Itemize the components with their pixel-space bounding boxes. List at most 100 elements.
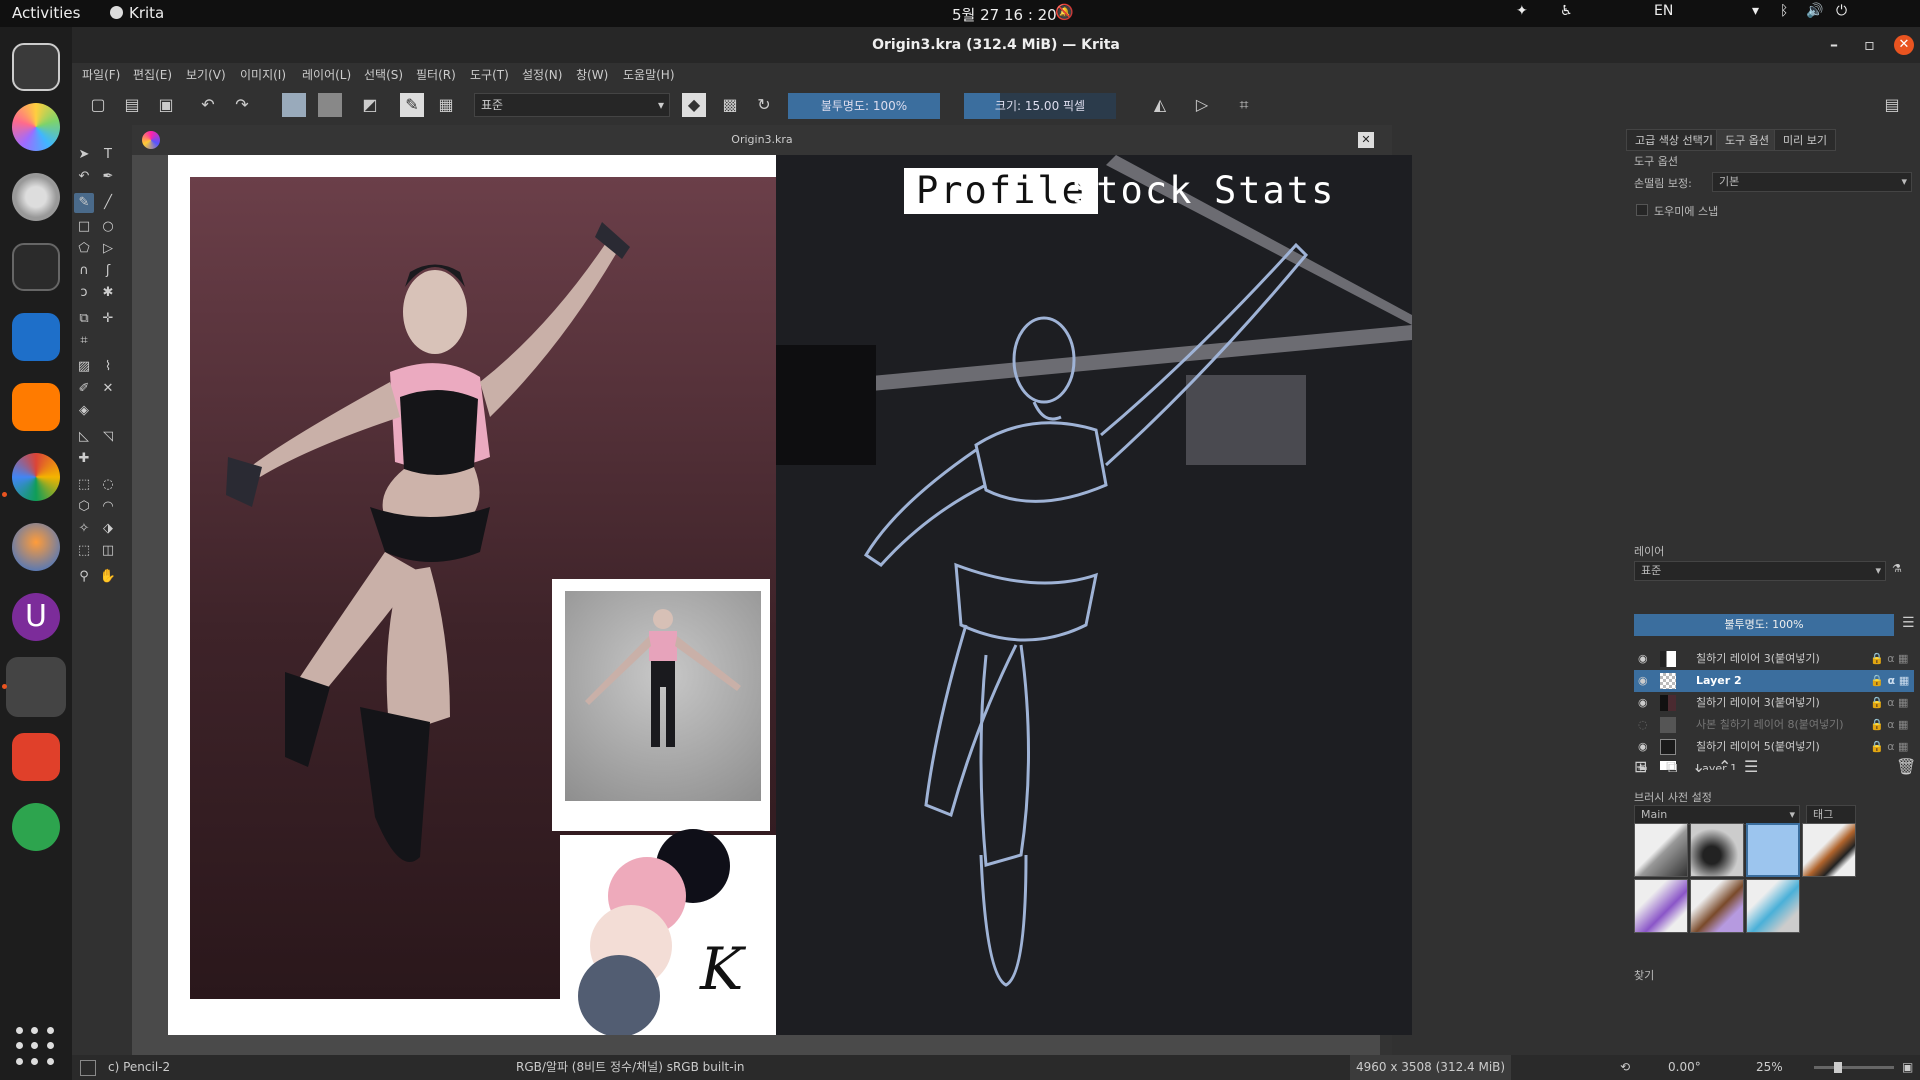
fg-bg-color-icon[interactable]: ◩ <box>358 93 382 117</box>
bezier-tool-icon[interactable]: ∩ <box>74 261 94 281</box>
brush-preset-eraser[interactable] <box>1634 823 1688 877</box>
delete-layer-icon[interactable]: 🗑 <box>1896 757 1916 776</box>
menu-help[interactable]: 도움말(H) <box>623 66 675 83</box>
language-indicator[interactable]: EN <box>1654 3 1673 19</box>
activities-button[interactable]: Activities <box>12 4 80 22</box>
layer-lock-icon[interactable]: 🔒 α ▦ <box>1870 714 1908 736</box>
zoom-slider-handle[interactable] <box>1834 1062 1842 1073</box>
freehand-path-icon[interactable]: ʃ <box>98 261 118 281</box>
menu-select[interactable]: 선택(S) <box>364 66 403 83</box>
brush-preset-blender[interactable] <box>1746 879 1800 933</box>
zoom-slider[interactable] <box>1814 1066 1894 1069</box>
move-layer-up-icon[interactable]: ⌃ <box>1718 757 1731 776</box>
snap-checkbox[interactable] <box>1636 204 1648 216</box>
wrap-around-icon[interactable]: ⌗ <box>1232 93 1256 117</box>
ellipse-select-icon[interactable]: ◌ <box>98 475 118 495</box>
tab-overview[interactable]: 미리 보기 <box>1774 129 1836 151</box>
duplicate-layer-icon[interactable]: ⧉ <box>1666 757 1677 777</box>
brush-presets-icon[interactable]: ▦ <box>434 93 458 117</box>
layer-row[interactable]: ◉ Layer 2 🔒 α ▦ <box>1634 670 1914 692</box>
color-app-icon[interactable]: ✦ <box>1516 3 1528 19</box>
volume-icon[interactable]: 🔊 <box>1806 3 1823 19</box>
transform-tool-icon[interactable]: ⧉ <box>74 309 94 329</box>
mirror-horizontal-icon[interactable]: ◭ <box>1148 93 1172 117</box>
layer-row[interactable]: ◉ 칠하기 레이어 3(붙여넣기) 🔒 α ▦ <box>1634 648 1914 670</box>
document-tab[interactable]: Origin3.kra ✕ <box>132 125 1392 155</box>
zoom-value[interactable]: 25% <box>1756 1055 1783 1080</box>
wifi-icon[interactable]: ▾ <box>1752 3 1759 19</box>
eye-icon[interactable]: ◉ <box>1638 692 1648 714</box>
settings-gear-icon[interactable] <box>12 173 60 221</box>
text-tool-icon[interactable]: T <box>98 145 118 165</box>
maximize-button[interactable]: ▫ <box>1864 35 1875 55</box>
color-picker-app-icon[interactable] <box>12 103 60 151</box>
brush-preset-airbrush[interactable] <box>1690 823 1744 877</box>
firefox-icon[interactable] <box>12 523 60 571</box>
layer-lock-icon[interactable]: 🔒 α ▦ <box>1870 648 1908 670</box>
fill-gradient-icon[interactable] <box>282 93 306 117</box>
layer-blend-select[interactable]: 표준 ▾ <box>1634 561 1886 581</box>
alpha-lock-icon[interactable]: ▩ <box>718 93 742 117</box>
select-shapes-icon[interactable]: ➤ <box>74 145 94 165</box>
update-icon[interactable] <box>12 803 60 851</box>
tab-advanced-color[interactable]: 고급 색상 선택기 <box>1626 129 1722 151</box>
layer-lock-icon[interactable]: 🔒 α ▦ <box>1870 692 1908 714</box>
close-button[interactable]: ✕ <box>1894 35 1914 55</box>
freehand-select-icon[interactable]: ◠ <box>98 497 118 517</box>
eye-icon[interactable]: ◉ <box>1638 670 1648 692</box>
color-space[interactable]: RGB/알파 (8비트 정수/채널) sRGB built-in <box>516 1055 745 1080</box>
app-menu[interactable]: Krita <box>110 4 164 22</box>
rectangle-tool-icon[interactable]: □ <box>74 217 94 237</box>
move-tool-icon[interactable]: ✛ <box>98 309 118 329</box>
layer-opacity-slider[interactable]: 불투명도: 100% <box>1634 614 1894 636</box>
pan-tool-icon[interactable]: ✋ <box>98 567 118 587</box>
freehand-brush-icon[interactable]: ✎ <box>74 193 94 213</box>
brush-preset-pencil[interactable] <box>1746 823 1800 877</box>
smoothing-select[interactable]: 기본 ▾ <box>1712 172 1912 192</box>
search-label[interactable]: 찾기 <box>1634 967 1654 983</box>
layer-row[interactable]: ◉ 칠하기 레이어 3(붙여넣기) 🔒 α ▦ <box>1634 692 1914 714</box>
undo-icon[interactable]: ↶ <box>196 93 220 117</box>
similar-select-icon[interactable]: ⬗ <box>98 519 118 539</box>
reload-preset-icon[interactable]: ↻ <box>752 93 776 117</box>
current-brush[interactable]: c) Pencil-2 <box>108 1055 170 1080</box>
brush-preset-bristle[interactable] <box>1690 879 1744 933</box>
bluetooth-icon[interactable]: ᛒ <box>1780 3 1788 19</box>
fill-tool-icon[interactable]: ◈ <box>74 401 94 421</box>
media-player-icon[interactable] <box>12 383 60 431</box>
rotate-icon[interactable]: ⟲ <box>1620 1055 1630 1080</box>
magnetic-select-icon[interactable]: ◫ <box>98 541 118 561</box>
bezier-select-icon[interactable]: ⬚ <box>74 541 94 561</box>
screenshot-app-icon[interactable] <box>12 43 60 91</box>
ubuntu-u-icon[interactable]: U <box>12 593 60 641</box>
selection-mode-icon[interactable] <box>80 1060 96 1076</box>
smart-patch-icon[interactable]: ✐ <box>74 379 94 399</box>
menu-file[interactable]: 파일(F) <box>82 66 120 83</box>
brush-editor-icon[interactable]: ✎ <box>400 93 424 117</box>
eraser-mode-icon[interactable]: ◆ <box>682 93 706 117</box>
menu-image[interactable]: 이미지(I) <box>240 66 286 83</box>
layer-row[interactable]: ◌ 사본 칠하기 레이어 8(붙여넣기) 🔒 α ▦ <box>1634 714 1914 736</box>
zoom-tool-icon[interactable]: ⚲ <box>74 567 94 587</box>
calligraphy-icon[interactable]: ✒ <box>98 167 118 187</box>
reference-tool-icon[interactable]: ✚ <box>74 449 94 469</box>
edit-shapes-icon[interactable]: ↶ <box>74 167 94 187</box>
docker-toggle-icon[interactable]: ▤ <box>1880 93 1904 117</box>
size-slider[interactable]: 크기: 15.00 픽셀 <box>964 93 1116 119</box>
fullscreen-icon[interactable]: ▣ <box>1902 1055 1913 1080</box>
dynamic-brush-icon[interactable]: ↄ <box>74 283 94 303</box>
menu-filter[interactable]: 필터(R) <box>416 66 456 83</box>
eye-icon[interactable]: ◉ <box>1638 648 1648 670</box>
save-icon[interactable]: ▣ <box>154 93 178 117</box>
krita-dock-icon[interactable] <box>6 657 66 717</box>
menu-edit[interactable]: 편집(E) <box>133 66 172 83</box>
menu-tools[interactable]: 도구(T) <box>470 66 509 83</box>
blend-mode-select[interactable]: 표준 ▾ <box>474 93 670 117</box>
line-tool-icon[interactable]: ╱ <box>98 193 118 213</box>
show-apps-icon[interactable] <box>16 1027 56 1067</box>
rect-select-icon[interactable]: ⬚ <box>74 475 94 495</box>
layer-properties-icon[interactable]: ☰ <box>1744 757 1758 776</box>
menu-window[interactable]: 창(W) <box>576 66 608 83</box>
tab-tool-options[interactable]: 도구 옵션 <box>1716 129 1778 151</box>
minimize-button[interactable]: – <box>1830 35 1838 55</box>
